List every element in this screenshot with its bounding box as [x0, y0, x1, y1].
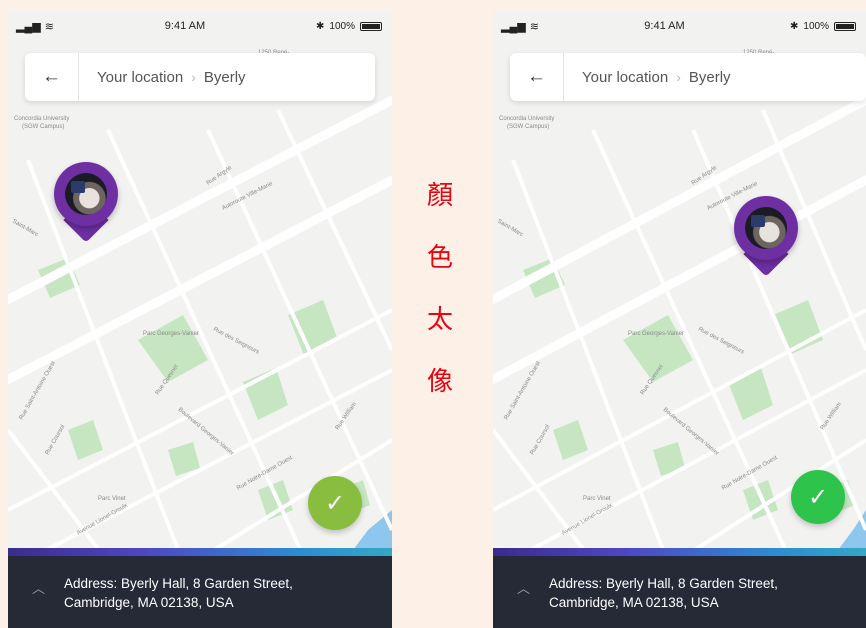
status-time: 9:41 AM	[164, 20, 206, 32]
signal-wifi: ▂▄▆ ≋	[16, 20, 54, 33]
location-pin[interactable]	[731, 196, 801, 277]
chevron-right-icon: ›	[676, 69, 681, 85]
map-label-campus: (SGW Campus)	[507, 124, 549, 130]
avatar	[65, 173, 107, 215]
map-label-parc-vinet: Parc Vinet	[98, 496, 126, 502]
map-label-university: Concordia University	[499, 116, 554, 122]
breadcrumb: Your location › Byerly	[564, 69, 731, 86]
battery-icon	[359, 21, 382, 31]
annotation-char-4: 像	[426, 367, 453, 397]
back-arrow-icon[interactable]: ←	[25, 53, 79, 101]
confirm-button[interactable]: ✓	[791, 470, 845, 524]
map-label-parc-georges: Parc Georges-Vanier	[143, 331, 199, 337]
annotation-char-3: 太	[426, 305, 453, 335]
map-view[interactable]: Concordia University (SGW Campus) 1250 R…	[8, 10, 392, 628]
address-line-2: Cambridge, MA 02138, USA	[64, 595, 234, 610]
check-icon: ✓	[807, 483, 829, 511]
chevron-right-icon: ›	[191, 69, 196, 85]
map-label-campus: (SGW Campus)	[22, 124, 64, 130]
address-line-1: Address: Byerly Hall, 8 Garden Street,	[64, 576, 293, 591]
battery-percent: 100%	[329, 20, 355, 32]
status-bar: ▂▄▆ ≋ 9:41 AM ✱ 100%	[493, 10, 866, 42]
address-panel: ︿ Address: Byerly Hall, 8 Garden Street,…	[8, 548, 392, 628]
battery-icon	[833, 21, 856, 31]
address-text: Address: Byerly Hall, 8 Garden Street, C…	[549, 574, 849, 612]
avatar	[745, 207, 787, 249]
map-label-university: Concordia University	[14, 116, 69, 122]
confirm-button[interactable]: ✓	[308, 476, 362, 530]
annotation-char-1: 顏	[426, 181, 453, 211]
signal-icon: ▂▄▆	[501, 20, 526, 33]
annotation-note: 顏 色 太 像	[410, 165, 470, 413]
annotation-char-2: 色	[426, 243, 453, 273]
chevron-up-icon[interactable]: ︿	[517, 578, 530, 597]
crumb-to[interactable]: Byerly	[204, 69, 246, 86]
battery-percent: 100%	[803, 20, 829, 32]
wifi-icon: ≋	[44, 20, 54, 33]
address-line-2: Cambridge, MA 02138, USA	[549, 595, 719, 610]
location-pin[interactable]	[51, 162, 121, 243]
breadcrumb: Your location › Byerly	[79, 69, 246, 86]
address-line-1: Address: Byerly Hall, 8 Garden Street,	[549, 576, 778, 591]
panel-accent-strip	[8, 548, 392, 556]
check-icon: ✓	[324, 489, 346, 517]
wifi-icon: ≋	[529, 20, 539, 33]
route-search-bar[interactable]: ← Your location › Byerly	[25, 53, 375, 101]
address-text: Address: Byerly Hall, 8 Garden Street, C…	[64, 574, 364, 612]
status-time: 9:41 AM	[644, 20, 685, 32]
bluetooth-icon: ✱	[790, 20, 799, 32]
map-label-parc-georges: Parc Georges-Vanier	[628, 331, 684, 337]
signal-icon: ▂▄▆	[16, 20, 41, 33]
phone-mockup-left: Concordia University (SGW Campus) 1250 R…	[8, 10, 392, 628]
signal-wifi: ▂▄▆ ≋	[501, 20, 539, 33]
chevron-up-icon[interactable]: ︿	[32, 578, 45, 597]
panel-accent-strip	[493, 548, 866, 556]
crumb-from[interactable]: Your location	[97, 69, 183, 86]
phone-mockup-right: Concordia University (SGW Campus) 1250 R…	[493, 10, 866, 628]
route-search-bar[interactable]: ← Your location › Byerly	[510, 53, 866, 101]
map-view[interactable]: Concordia University (SGW Campus) 1250 R…	[493, 10, 866, 628]
back-arrow-icon[interactable]: ←	[510, 53, 564, 101]
crumb-to[interactable]: Byerly	[689, 69, 731, 86]
address-panel: ︿ Address: Byerly Hall, 8 Garden Street,…	[493, 548, 866, 628]
crumb-from[interactable]: Your location	[582, 69, 668, 86]
map-label-parc-vinet: Parc Vinet	[583, 496, 611, 502]
status-bar: ▂▄▆ ≋ 9:41 AM ✱ 100%	[8, 10, 392, 42]
bluetooth-icon: ✱	[316, 20, 325, 32]
